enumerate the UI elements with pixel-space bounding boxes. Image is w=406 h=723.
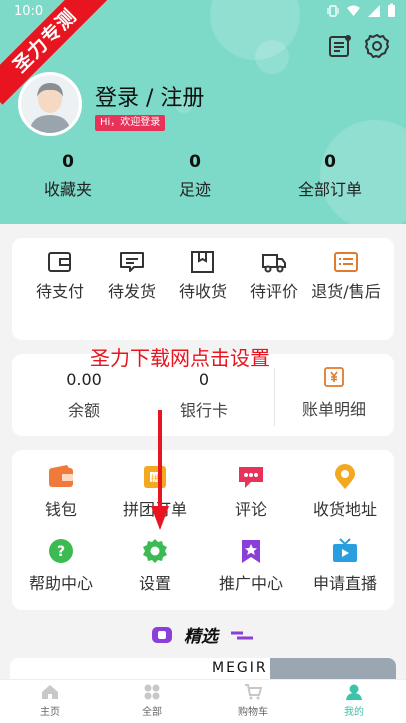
- order-label: 待评价: [249, 282, 298, 301]
- stat-value: 0: [189, 152, 201, 172]
- wifi-icon: [347, 5, 360, 16]
- order-label: 待支付: [35, 282, 84, 301]
- help-icon: ?: [49, 539, 73, 563]
- order-pending-receipt[interactable]: 待收货: [167, 250, 239, 304]
- home-icon: [42, 685, 58, 699]
- login-register-link[interactable]: 登录 / 注册: [95, 80, 204, 112]
- service-comment[interactable]: 评论: [206, 464, 296, 520]
- service-address[interactable]: 收货地址: [300, 464, 390, 520]
- package-icon: [191, 251, 214, 273]
- tab-label: 全部: [142, 707, 162, 718]
- message-box-icon: [120, 252, 144, 272]
- bank-card-value: 0: [198, 370, 210, 389]
- battery-icon: [388, 3, 395, 17]
- balance-item[interactable]: 0.00 余额: [52, 370, 116, 421]
- tab-all[interactable]: 全部: [122, 684, 182, 718]
- service-label: 钱包: [44, 500, 77, 519]
- stat-all-orders[interactable]: 0 全部订单: [270, 152, 390, 200]
- status-icons: [326, 3, 396, 18]
- service-promotion[interactable]: 推广中心: [206, 538, 296, 594]
- tab-cart[interactable]: 购物车: [223, 684, 283, 718]
- product-brand: MEGIR: [212, 660, 268, 676]
- default-avatar-icon: [21, 75, 79, 133]
- service-label: 设置: [138, 574, 171, 593]
- tab-label: 购物车: [238, 707, 268, 718]
- service-label: 推广中心: [218, 574, 283, 593]
- truck-icon: [262, 254, 286, 273]
- signal-icon: [368, 4, 380, 17]
- settings-gear-icon[interactable]: [363, 32, 391, 60]
- bank-card-item[interactable]: 0 银行卡: [172, 370, 236, 421]
- stat-favorites[interactable]: 0 收藏夹: [8, 152, 128, 200]
- service-label: 评论: [234, 500, 267, 519]
- bill-detail-item[interactable]: 账单明细: [284, 366, 384, 420]
- featured-badge-icon: [151, 626, 172, 643]
- tab-label: 我的: [344, 707, 364, 718]
- star-bookmark-icon: [242, 540, 260, 563]
- comment-icon: [239, 467, 263, 488]
- tab-home[interactable]: 主页: [20, 684, 80, 718]
- return-list-icon: [334, 252, 358, 272]
- avatar[interactable]: [18, 72, 82, 136]
- service-label: 帮助中心: [28, 574, 93, 593]
- order-label: 待发货: [107, 282, 156, 301]
- service-settings[interactable]: 设置: [110, 538, 200, 594]
- location-icon: [335, 464, 355, 489]
- service-label: 收货地址: [312, 500, 377, 519]
- bill-detail-label: 账单明细: [301, 400, 366, 419]
- stat-label: 足迹: [178, 180, 211, 199]
- welcome-badge: Hi，欢迎登录: [95, 115, 166, 131]
- stat-label: 收藏夹: [43, 180, 92, 199]
- order-label: 待收货: [178, 282, 227, 301]
- annotation-arrow-icon: [151, 410, 169, 530]
- annotation-text: 圣力下载网点击设置: [90, 346, 270, 370]
- featured-section-header: 精选: [0, 622, 406, 650]
- stat-value: 0: [62, 152, 74, 172]
- svg-text:?: ?: [57, 544, 65, 560]
- order-pending-review[interactable]: 待评价: [238, 250, 310, 304]
- services-card: 钱包 拼 拼团订单 评论 收货地址 ? 帮助中心 设置 推广中心 申请直播: [12, 450, 394, 610]
- divider: [274, 368, 275, 426]
- featured-title: 精选: [184, 627, 218, 647]
- grid-icon: [144, 684, 160, 700]
- wallet-icon: [49, 465, 73, 487]
- order-pending-payment[interactable]: 待支付: [24, 250, 96, 304]
- message-list-icon[interactable]: [326, 32, 354, 60]
- tv-icon: [333, 538, 357, 562]
- service-wallet[interactable]: 钱包: [16, 464, 106, 520]
- status-time: 10:0: [14, 4, 44, 19]
- bottom-tab-bar: 主页 全部 购物车 我的: [0, 679, 406, 723]
- stat-footprints[interactable]: 0 足迹: [135, 152, 255, 200]
- user-icon: [346, 684, 362, 700]
- profile-stats: 0 收藏夹 0 足迹 0 全部订单: [0, 152, 406, 202]
- balance-label: 余额: [67, 401, 100, 420]
- order-status-card: 待支付 待发货 待收货 待评价 退货/售后: [12, 238, 394, 340]
- bank-card-label: 银行卡: [179, 401, 228, 420]
- order-pending-shipment[interactable]: 待发货: [96, 250, 168, 304]
- service-label: 申请直播: [312, 574, 377, 593]
- tab-mine[interactable]: 我的: [324, 684, 384, 718]
- bill-icon: [324, 367, 344, 387]
- wallet-icon: [48, 252, 71, 272]
- stat-value: 0: [324, 152, 336, 172]
- balance-value: 0.00: [66, 370, 102, 389]
- stat-label: 全部订单: [297, 180, 362, 199]
- title-decoration-icon: [231, 631, 254, 639]
- service-help[interactable]: ? 帮助中心: [16, 538, 106, 594]
- order-returns[interactable]: 退货/售后: [310, 250, 382, 304]
- order-label: 退货/售后: [311, 282, 381, 301]
- tab-label: 主页: [40, 707, 60, 718]
- gear-icon: [143, 539, 167, 563]
- vibrate-icon: [327, 4, 339, 17]
- cart-icon: [245, 684, 262, 700]
- service-apply-live[interactable]: 申请直播: [300, 538, 390, 594]
